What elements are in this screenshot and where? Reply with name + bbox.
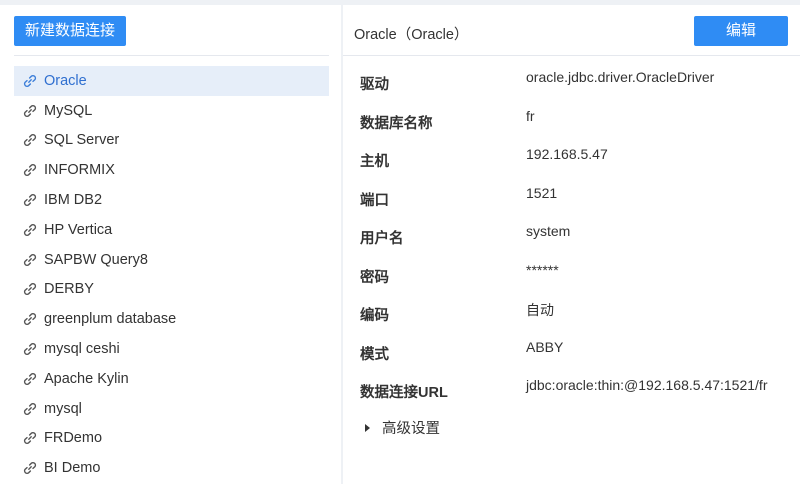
field-label: 模式: [360, 346, 389, 363]
connection-label: INFORMIX: [44, 162, 115, 179]
connection-label: SAPBW Query8: [44, 251, 148, 268]
link-icon: [22, 132, 38, 148]
connection-item-sql-server[interactable]: SQL Server: [14, 126, 329, 156]
connection-label: greenplum database: [44, 311, 177, 328]
connection-item-mysql-ceshi[interactable]: mysql ceshi: [14, 334, 329, 364]
link-icon: [22, 430, 38, 446]
link-icon: [22, 401, 38, 417]
field-label: 端口: [360, 192, 389, 209]
connection-item-mysql-2[interactable]: mysql: [14, 394, 329, 424]
connection-item-ibm-db2[interactable]: IBM DB2: [14, 185, 329, 215]
field-label: 主机: [360, 154, 389, 170]
field-row-port: 端口 1521: [360, 185, 790, 224]
link-icon: [22, 103, 38, 119]
connection-item-apache-kylin[interactable]: Apache Kylin: [14, 364, 329, 394]
connection-item-bi-demo[interactable]: BI Demo: [14, 453, 329, 483]
field-label: 用户名: [360, 231, 404, 247]
link-icon: [22, 252, 38, 268]
field-value: oracle.jdbc.driver.OracleDriver: [526, 69, 715, 85]
link-icon: [22, 222, 38, 238]
field-row-password: 密码 ******: [360, 262, 790, 301]
field-row-username: 用户名 system: [360, 223, 790, 262]
field-label: 编码: [360, 308, 389, 324]
connection-item-derby[interactable]: DERBY: [14, 275, 329, 305]
connection-list: Oracle MySQL SQL Server INFORMIX IBM DB2…: [14, 66, 329, 483]
connection-label: SQL Server: [44, 132, 120, 149]
field-value: fr: [526, 107, 535, 124]
advanced-settings-toggle[interactable]: 高级设置: [365, 417, 440, 438]
connection-label: mysql: [44, 400, 82, 417]
link-icon: [22, 371, 38, 387]
field-value: system: [526, 223, 571, 239]
link-icon: [22, 192, 38, 208]
field-value: ******: [526, 261, 559, 278]
field-value: 192.168.5.47: [526, 146, 608, 162]
connection-label: mysql ceshi: [44, 341, 120, 358]
field-value: 自动: [526, 302, 554, 318]
field-row-driver: 驱动 oracle.jdbc.driver.OracleDriver: [360, 69, 790, 108]
connection-item-frdemo[interactable]: FRDemo: [14, 424, 329, 454]
field-label: 数据库名称: [360, 115, 433, 132]
field-row-schema: 模式 ABBY: [360, 339, 790, 378]
caret-right-icon: [365, 423, 370, 432]
new-connection-button[interactable]: 新建数据连接: [14, 16, 126, 46]
field-row-database-name: 数据库名称 fr: [360, 108, 790, 147]
field-label: 密码: [360, 269, 389, 286]
connection-label: DERBY: [44, 281, 94, 298]
connection-item-hp-vertica[interactable]: HP Vertica: [14, 215, 329, 245]
field-row-encoding: 编码 自动: [360, 300, 790, 339]
field-row-connection-url: 数据连接URL jdbc:oracle:thin:@192.168.5.47:1…: [360, 377, 790, 416]
connection-label: HP Vertica: [44, 221, 113, 238]
field-value: 1521: [526, 184, 558, 201]
link-icon: [22, 341, 38, 357]
link-icon: [22, 73, 38, 89]
connection-label: Apache Kylin: [44, 370, 129, 387]
connection-item-informix[interactable]: INFORMIX: [14, 155, 329, 185]
field-value: jdbc:oracle:thin:@192.168.5.47:1521/fr: [526, 377, 768, 393]
detail-fields: 驱动 oracle.jdbc.driver.OracleDriver 数据库名称…: [360, 69, 790, 416]
link-icon: [22, 460, 38, 476]
field-label: 驱动: [360, 77, 389, 93]
field-value: ABBY: [526, 338, 564, 355]
connection-label: BI Demo: [44, 460, 101, 477]
connection-item-mysql[interactable]: MySQL: [14, 96, 329, 126]
field-row-host: 主机 192.168.5.47: [360, 146, 790, 185]
field-label: 数据连接URL: [360, 385, 448, 401]
divider: [343, 55, 800, 56]
connection-label: Oracle: [44, 72, 87, 89]
connection-label: IBM DB2: [44, 192, 103, 209]
advanced-settings-label: 高级设置: [382, 421, 440, 437]
detail-title: Oracle（Oracle）: [354, 27, 469, 43]
connection-item-oracle[interactable]: Oracle: [14, 66, 329, 96]
link-icon: [22, 311, 38, 327]
connection-item-greenplum-database[interactable]: greenplum database: [14, 304, 329, 334]
link-icon: [22, 281, 38, 297]
connection-label: MySQL: [44, 102, 93, 119]
connection-item-sapbw-query8[interactable]: SAPBW Query8: [14, 245, 329, 275]
connection-list-panel: 新建数据连接 Oracle MySQL SQL Server INFORMIX …: [0, 5, 341, 484]
link-icon: [22, 162, 38, 178]
divider: [14, 55, 329, 56]
connection-detail-panel: Oracle（Oracle） 编辑 驱动 oracle.jdbc.driver.…: [343, 5, 800, 484]
connection-label: FRDemo: [44, 430, 103, 447]
edit-button[interactable]: 编辑: [694, 16, 788, 46]
